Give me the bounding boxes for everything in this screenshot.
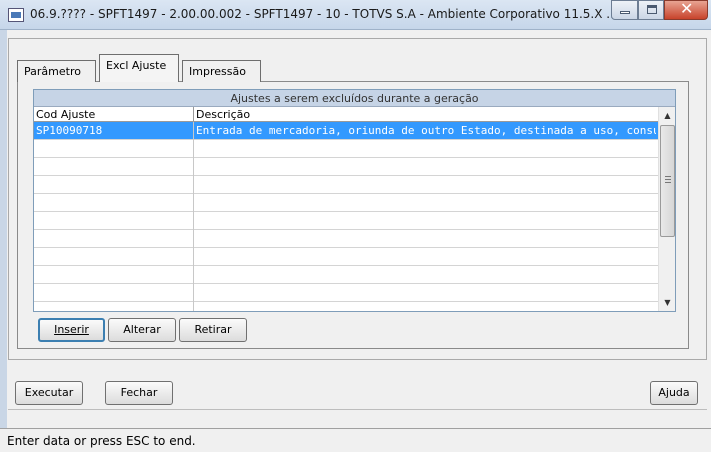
column-divider [193,122,194,311]
insert-button[interactable]: Inserir [38,318,105,342]
table-row[interactable] [34,194,658,212]
table-row[interactable]: SP10090718 Entrada de mercadoria, oriunda… [34,122,658,140]
cell-cod-ajuste[interactable]: SP10090718 [36,124,190,137]
execute-button[interactable]: Executar [15,381,83,405]
title-bar: 06.9.???? - SPFT1497 - 2.00.00.002 - SPF… [0,0,711,30]
remove-button[interactable]: Retirar [179,318,247,342]
status-text: Enter data or press ESC to end. [7,434,196,448]
adjustments-grid[interactable]: Ajustes a serem excluídos durante a gera… [33,89,676,312]
window-title: 06.9.???? - SPFT1497 - 2.00.00.002 - SPF… [30,7,618,21]
edit-button[interactable]: Alterar [108,318,176,342]
table-row[interactable] [34,212,658,230]
grid-rows: SP10090718 Entrada de mercadoria, oriunda… [34,122,658,302]
table-row[interactable] [34,230,658,248]
table-row[interactable] [34,176,658,194]
maximize-button[interactable] [638,0,664,20]
column-divider [193,107,194,122]
column-header-cod-ajuste[interactable]: Cod Ajuste [36,108,95,121]
app-icon[interactable] [8,8,24,22]
close-button[interactable]: ✕ [664,0,708,20]
maximize-icon [647,5,657,14]
separator [8,409,707,410]
table-row[interactable] [34,158,658,176]
table-row[interactable] [34,248,658,266]
scroll-down-arrow-icon[interactable]: ▼ [659,294,676,311]
grip-icon [665,176,671,183]
close-dialog-button[interactable]: Fechar [105,381,173,405]
tab-excl-ajuste[interactable]: Excl Ajuste [99,54,179,82]
table-row[interactable] [34,284,658,302]
grid-title: Ajustes a serem excluídos durante a gera… [34,90,675,107]
status-bar: Enter data or press ESC to end. [0,428,711,452]
table-row[interactable] [34,140,658,158]
minimize-button[interactable] [611,0,638,20]
tab-impressao[interactable]: Impressão [182,60,261,82]
tab-parametro[interactable]: Parâmetro [17,60,96,82]
help-button[interactable]: Ajuda [650,381,698,405]
cell-descricao[interactable]: Entrada de mercadoria, oriunda de outro … [196,124,656,137]
scroll-up-arrow-icon[interactable]: ▲ [659,107,676,124]
vertical-scrollbar[interactable]: ▲ ▼ [658,107,675,311]
column-header-descricao[interactable]: Descrição [196,108,250,121]
scroll-thumb[interactable] [660,125,675,237]
close-icon: ✕ [680,0,694,18]
window-frame-left [0,30,7,452]
grid-header: Cod Ajuste Descrição [34,107,658,122]
table-row[interactable] [34,266,658,284]
insert-button-label: Inserir [54,323,89,336]
minimize-icon [620,11,630,14]
